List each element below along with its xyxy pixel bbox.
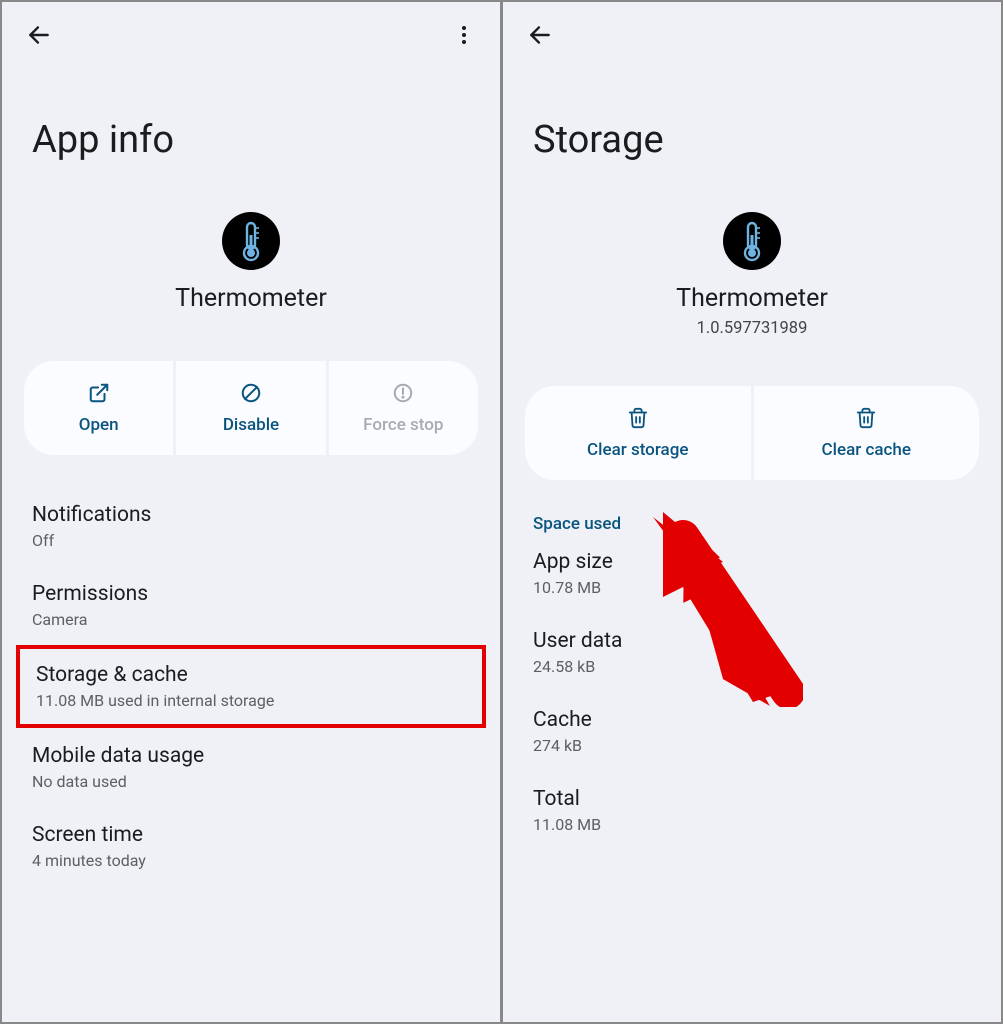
app-size-item: App size 10.78 MB bbox=[503, 534, 1001, 613]
app-info-screen: App info Thermometer Open bbox=[2, 2, 500, 1022]
force-stop-button[interactable]: Force stop bbox=[329, 361, 478, 455]
clear-cache-button[interactable]: Clear cache bbox=[754, 386, 980, 480]
clear-storage-label: Clear storage bbox=[587, 440, 688, 460]
space-used-label: Space used bbox=[503, 504, 1001, 534]
force-stop-label: Force stop bbox=[363, 415, 443, 435]
trash-icon bbox=[855, 406, 877, 430]
open-button[interactable]: Open bbox=[24, 361, 173, 455]
app-header: Thermometer bbox=[2, 192, 500, 331]
app-icon bbox=[723, 212, 781, 270]
storage-screen: Storage Thermometer 1.0.597731989 Clear … bbox=[503, 2, 1001, 1022]
disable-button[interactable]: Disable bbox=[176, 361, 325, 455]
app-name: Thermometer bbox=[676, 284, 828, 313]
clear-storage-button[interactable]: Clear storage bbox=[525, 386, 751, 480]
disable-icon bbox=[240, 381, 262, 405]
back-icon[interactable] bbox=[527, 22, 553, 48]
more-icon[interactable] bbox=[452, 23, 476, 47]
open-label: Open bbox=[79, 415, 119, 435]
action-button-row: Open Disable Force stop bbox=[24, 361, 478, 455]
app-version: 1.0.597731989 bbox=[697, 319, 808, 338]
total-item: Total 11.08 MB bbox=[503, 771, 1001, 850]
clear-cache-label: Clear cache bbox=[822, 440, 911, 460]
back-icon[interactable] bbox=[26, 22, 52, 48]
user-data-item: User data 24.58 kB bbox=[503, 613, 1001, 692]
topbar bbox=[2, 2, 500, 58]
app-icon bbox=[222, 212, 280, 270]
mobile-data-item[interactable]: Mobile data usage No data used bbox=[2, 728, 500, 807]
app-header: Thermometer 1.0.597731989 bbox=[503, 192, 1001, 356]
disable-label: Disable bbox=[223, 415, 279, 435]
notifications-item[interactable]: Notifications Off bbox=[2, 487, 500, 566]
settings-list: Notifications Off Permissions Camera Sto… bbox=[2, 479, 500, 894]
app-name: Thermometer bbox=[175, 284, 327, 313]
storage-stats: App size 10.78 MB User data 24.58 kB Cac… bbox=[503, 534, 1001, 850]
trash-icon bbox=[627, 406, 649, 430]
cache-item: Cache 274 kB bbox=[503, 692, 1001, 771]
page-title: App info bbox=[2, 58, 500, 192]
storage-button-row: Clear storage Clear cache bbox=[525, 386, 979, 480]
open-icon bbox=[88, 381, 110, 405]
screen-time-item[interactable]: Screen time 4 minutes today bbox=[2, 807, 500, 886]
storage-cache-item[interactable]: Storage & cache 11.08 MB used in interna… bbox=[16, 645, 486, 728]
page-title: Storage bbox=[503, 58, 1001, 192]
permissions-item[interactable]: Permissions Camera bbox=[2, 566, 500, 645]
topbar bbox=[503, 2, 1001, 58]
force-stop-icon bbox=[392, 381, 414, 405]
